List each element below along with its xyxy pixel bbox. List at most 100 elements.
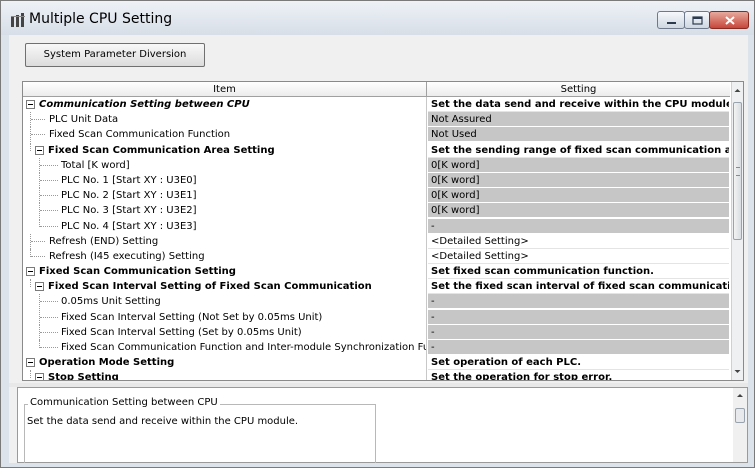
collapse-toggle-icon[interactable] — [26, 267, 35, 277]
grid-row[interactable]: 0.05ms Unit Setting - — [23, 294, 730, 310]
minimize-icon — [667, 22, 676, 24]
setting-cell[interactable]: 0[K word] — [428, 203, 729, 219]
item-cell: Stop Setting — [23, 370, 427, 380]
grid-row[interactable]: PLC No. 4 [Start XY : U3E3] - — [23, 218, 730, 234]
collapse-toggle-icon[interactable] — [26, 100, 35, 109]
item-cell: Fixed Scan Interval Setting of Fixed Sca… — [23, 279, 427, 295]
client-area: System Parameter Diversion Item Setting … — [9, 35, 748, 463]
collapse-toggle-icon[interactable] — [26, 358, 35, 368]
tree-line — [31, 134, 45, 136]
grid-row[interactable]: Total [K word] 0[K word] — [23, 157, 730, 173]
detailed-setting-link[interactable]: <Detailed Setting> — [428, 248, 729, 264]
grid-row[interactable]: PLC No. 3 [Start XY : U3E2] 0[K word] — [23, 203, 730, 219]
setting-cell[interactable]: Not Used — [428, 127, 729, 143]
grid-rows: Communication Setting between CPU Set th… — [23, 97, 730, 380]
tree-line — [30, 279, 31, 288]
grid-row[interactable]: Fixed Scan Interval Setting of Fixed Sca… — [23, 279, 730, 295]
item-cell: PLC No. 3 [Start XY : U3E2] — [23, 203, 427, 219]
grid-row[interactable]: PLC No. 2 [Start XY : U3E1] 0[K word] — [23, 188, 730, 204]
grid-row[interactable]: Fixed Scan Interval Setting (Not Set by … — [23, 309, 730, 325]
window-controls — [657, 11, 749, 29]
item-label: Fixed Scan Communication Setting — [39, 266, 236, 278]
collapse-toggle-icon[interactable] — [35, 373, 44, 380]
tree-line — [30, 142, 31, 151]
description-scrollbar[interactable] — [733, 388, 747, 462]
grid-vertical-scrollbar[interactable] — [731, 82, 743, 380]
item-label: Fixed Scan Communication Function and In… — [61, 342, 427, 353]
item-cell: Fixed Scan Communication Setting — [23, 264, 427, 280]
collapse-toggle-icon[interactable] — [35, 145, 44, 155]
tree-line — [31, 240, 45, 242]
grid-row[interactable]: Refresh (END) Setting <Detailed Setting> — [23, 233, 730, 249]
setting-cell: Set the fixed scan interval of fixed sca… — [428, 279, 729, 295]
item-label: Communication Setting between CPU — [39, 99, 250, 110]
tree-line — [40, 225, 58, 227]
minimize-button[interactable] — [657, 11, 685, 29]
tree-line — [40, 331, 58, 333]
setting-cell[interactable]: - — [428, 340, 729, 355]
setting-cell: Set the operation for stop error. — [428, 370, 729, 380]
scroll-thumb[interactable] — [735, 408, 745, 423]
scroll-up-arrow-icon — [734, 89, 741, 92]
description-legend: Communication Setting between CPU — [28, 397, 220, 408]
settings-grid: Item Setting Communication Setting betwe… — [22, 81, 744, 381]
setting-cell: Set operation of each PLC. — [428, 355, 729, 371]
setting-cell: Set the sending range of fixed scan comm… — [428, 142, 729, 158]
grid-row[interactable]: Communication Setting between CPU Set th… — [23, 97, 730, 113]
tree-line — [31, 119, 45, 121]
item-cell: 0.05ms Unit Setting — [23, 294, 427, 310]
item-label: Total [K word] — [61, 159, 130, 171]
column-header-item[interactable]: Item — [23, 82, 427, 97]
grid-row[interactable]: Fixed Scan Communication Area Setting Se… — [23, 142, 730, 158]
grid-row[interactable]: Fixed Scan Communication Function Not Us… — [23, 127, 730, 143]
setting-cell[interactable]: Not Assured — [428, 112, 729, 128]
description-text: Set the data send and receive within the… — [27, 416, 299, 427]
maximize-icon — [692, 16, 703, 25]
setting-cell[interactable]: 0[K word] — [428, 188, 729, 204]
scroll-down-arrow-icon — [734, 370, 741, 373]
item-label: Fixed Scan Interval Setting (Not Set by … — [61, 311, 323, 323]
grid-row[interactable]: Refresh (I45 executing) Setting <Detaile… — [23, 248, 730, 265]
grid-row[interactable]: Fixed Scan Communication Setting Set fix… — [23, 264, 730, 280]
maximize-button[interactable] — [684, 11, 710, 29]
title-bar[interactable]: Multiple CPU Setting — [1, 1, 754, 35]
grid-row[interactable]: PLC Unit Data Not Assured — [23, 112, 730, 128]
item-cell: Refresh (I45 executing) Setting — [23, 248, 427, 265]
scroll-up-button[interactable] — [732, 84, 743, 97]
setting-cell: Set the data send and receive within the… — [428, 97, 729, 112]
system-parameter-diversion-button[interactable]: System Parameter Diversion — [25, 43, 205, 67]
grid-row[interactable]: Operation Mode Setting Set operation of … — [23, 355, 730, 371]
tree-line — [40, 179, 58, 181]
grid-row[interactable]: Fixed Scan Communication Function and In… — [23, 340, 730, 356]
item-label: Refresh (I45 executing) Setting — [49, 250, 205, 262]
close-button[interactable] — [709, 11, 749, 29]
column-header-setting[interactable]: Setting — [427, 82, 730, 97]
setting-cell[interactable]: 0[K word] — [428, 157, 729, 173]
setting-cell[interactable]: - — [428, 309, 729, 325]
setting-cell[interactable]: 0[K word] — [428, 172, 729, 188]
item-label: Fixed Scan Interval Setting (Set by 0.05… — [61, 326, 302, 338]
grid-row[interactable]: Fixed Scan Interval Setting (Set by 0.05… — [23, 324, 730, 340]
grid-row[interactable]: Stop Setting Set the operation for stop … — [23, 370, 730, 380]
tree-line — [31, 255, 45, 257]
item-cell: PLC No. 1 [Start XY : U3E0] — [23, 172, 427, 189]
setting-cell[interactable]: - — [428, 218, 729, 234]
multiple-cpu-icon — [11, 13, 25, 27]
tree-line — [40, 316, 58, 318]
item-label: 0.05ms Unit Setting — [61, 296, 161, 308]
setting-cell[interactable]: - — [428, 294, 729, 310]
item-cell: Refresh (END) Setting — [23, 233, 427, 249]
window-title: Multiple CPU Setting — [29, 11, 173, 27]
detailed-setting-link[interactable]: <Detailed Setting> — [428, 233, 729, 249]
description-panel: Communication Setting between CPU Set th… — [17, 387, 748, 463]
scroll-thumb[interactable] — [733, 102, 742, 240]
collapse-toggle-icon[interactable] — [35, 282, 44, 292]
scroll-up-arrow-icon[interactable] — [733, 388, 747, 402]
item-label: Fixed Scan Communication Function — [49, 129, 231, 141]
multiple-cpu-setting-window: Multiple CPU Setting System Parameter Di… — [0, 0, 755, 468]
scroll-down-button[interactable] — [732, 365, 743, 378]
grid-row[interactable]: PLC No. 1 [Start XY : U3E0] 0[K word] — [23, 172, 730, 189]
item-label: PLC No. 4 [Start XY : U3E3] — [61, 220, 197, 232]
item-cell: Fixed Scan Interval Setting (Set by 0.05… — [23, 324, 427, 340]
setting-cell[interactable]: - — [428, 324, 729, 340]
